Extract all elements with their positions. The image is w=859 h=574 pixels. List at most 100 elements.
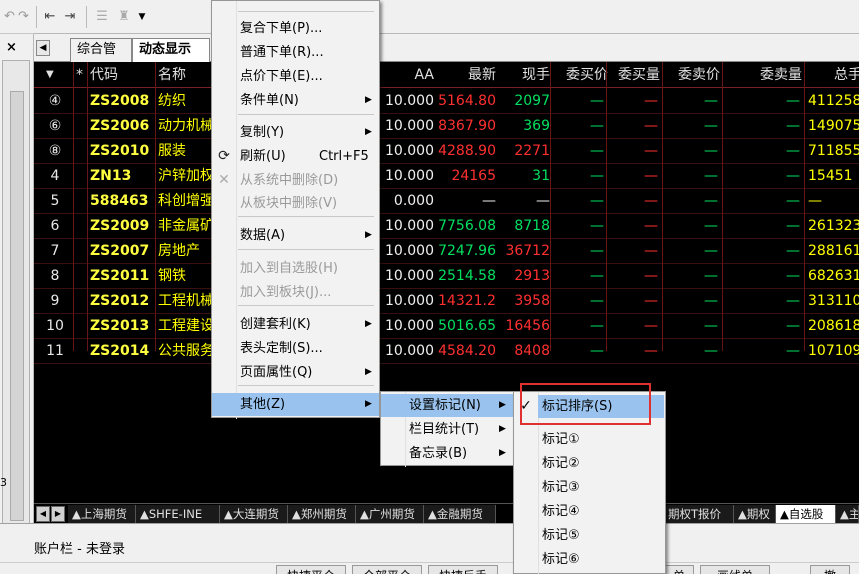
stamp-icon[interactable]: ♜ [114,8,134,26]
row-index: 11 [46,343,64,359]
table-row[interactable]: 9ZS2012工程机械10.00014321.203958————313110 [34,289,859,314]
table-row[interactable]: 10 ZS2013 工程建设 10.000 5016.65 16456— — — —208618… [34,314,859,339]
tab-general[interactable]: 综合管理 [70,38,132,79]
submenu-arrow-icon: ▶ [365,127,372,137]
submenu-arrow-icon: ▶ [365,230,372,240]
row-aa: 10.000 [385,318,434,334]
header-name[interactable]: 名称 [158,62,218,88]
create-arbitrage-item[interactable]: 创建套利(K) ▶ [212,313,379,336]
header-aa[interactable]: AA [380,62,434,88]
delete-from-system-item[interactable]: 从系统中删除(D) ✕ [212,169,379,192]
row-total-volume: 711855 [808,143,859,159]
column-divider [662,62,663,351]
sort-dropdown-icon[interactable]: ▼ [46,62,62,88]
submenu-arrow-icon: ▶ [499,400,506,410]
header-bid-qty[interactable]: 委买量 [608,62,660,88]
mark-5-item[interactable]: 标记⑤ [514,524,665,547]
click-price-order-item[interactable]: 点价下单(E)... [212,65,379,88]
forward-icon[interactable]: ↷ [18,9,29,24]
menu-item-label: 点价下单(E)... [240,69,323,84]
row-last-price: 5016.65 [438,318,496,334]
market-tab-option-t[interactable]: 期权T报价 [664,505,734,523]
delete-from-block-item[interactable]: 从板块中删除(V) [212,192,379,215]
other-item[interactable]: 其他(Z) ▶ [212,393,379,416]
header-volume[interactable]: 现手 [500,62,550,88]
header-code[interactable]: 代码 [90,62,150,88]
mark-3-item[interactable]: 标记③ [514,476,665,499]
row-code: ZS2007 [90,243,150,259]
row-ask-qty: — [786,218,800,234]
cancel-order-button[interactable]: 撤 [810,565,850,574]
market-tab-gfex[interactable]: ▲广州期货 [356,505,424,523]
close-all-button[interactable]: 全部平仓 [352,565,422,574]
copy-item[interactable]: 复制(Y) ▶ [212,121,379,144]
row-last-price: 14321.20 [438,293,496,309]
mark-4-item[interactable]: 标记④ [514,500,665,523]
customize-header-item[interactable]: 表头定制(S)... [212,337,379,360]
market-tab-shfe[interactable]: ▲上海期货 [68,505,136,523]
page-properties-item[interactable]: 页面属性(Q) ▶ [212,361,379,384]
mark-2-item[interactable]: 标记② [514,452,665,475]
mark-1-item[interactable]: 标记① [514,428,665,451]
market-tab-next-button[interactable]: ▶ [51,506,65,522]
header-bid-price[interactable]: 委买价 [554,62,608,88]
tab-dynamic-board[interactable]: 动态显示牌 [132,38,210,79]
row-total-volume: 313110 [808,293,859,309]
row-last-price: 8367.90 [438,118,496,134]
conditional-order-item[interactable]: 条件单(N) ▶ [212,89,379,112]
table-row[interactable]: 11ZS2014公共服务10.0004584.208408————1071099 [34,339,859,364]
column-divider [155,62,156,351]
table-row[interactable]: 8 ZS2011 钢铁 10.000 2514.58 2913— — — —682631 [34,264,859,289]
other-submenu: 设置标记(N) ▶ 栏目统计(T) ▶ 备忘录(B) ▶ [380,391,514,467]
close-icon[interactable]: × [6,40,17,55]
table-row[interactable]: 6 ZS2009 非金属矿 10.000 7756.08 8718— — — —261323 [34,214,859,239]
menu-separator [238,385,374,386]
refresh-item[interactable]: 刷新(U) Ctrl+F5 ⟳ [212,145,379,168]
left-scrollbar[interactable] [10,91,24,521]
add-to-block-item[interactable]: 加入到板块(J)... [212,281,379,304]
market-tab-main[interactable]: ▲主 [836,505,859,523]
tab-scroll-left-button[interactable]: ◀ [36,40,50,56]
row-volume: 16456 [505,318,550,334]
chevron-down-icon[interactable]: ▼ [132,8,152,26]
add-to-watchlist-item[interactable]: 加入到自选股(H) [212,257,379,280]
market-tab-options[interactable]: ▲期权 [734,505,776,523]
compound-order-item[interactable]: 复合下单(P)... [212,17,379,40]
header-total[interactable]: 总手 [834,62,859,88]
quick-close-button[interactable]: 快捷平仓 [276,565,346,574]
market-tab-dce[interactable]: ▲大连期货 [220,505,288,523]
table-row[interactable]: 4 ZN13 沪锌加权 10.000 24165 31— — — —15451 [34,164,859,189]
data-item[interactable]: 数据(A) ▶ [212,224,379,247]
table-row[interactable]: ④ ZS2008 纺织 10.000 5164.80 2097— — — —411258 [34,89,859,114]
market-tab-cffex[interactable]: ▲金融期货 [424,505,496,523]
normal-order-item[interactable]: 普通下单(R)... [212,41,379,64]
back-icon[interactable]: ↶ [4,9,15,24]
row-index: ④ [48,93,62,109]
market-tab-prev-button[interactable]: ◀ [36,506,50,522]
indent-right-icon[interactable]: ⇥ [60,8,80,26]
submenu-arrow-icon: ▶ [365,399,372,409]
memo-item[interactable]: 备忘录(B) ▶ [381,442,513,465]
header-ask-qty[interactable]: 委卖量 [724,62,802,88]
line-order-button[interactable]: 画线单 [700,565,770,574]
header-last[interactable]: 最新 [438,62,496,88]
column-stats-item[interactable]: 栏目统计(T) ▶ [381,418,513,441]
row-last-price: 24165 [451,168,496,184]
table-row[interactable]: ⑥ ZS2006 动力机械 10.000 8367.90 369— — — —149075 [34,114,859,139]
table-row[interactable]: 5 588463 科创增强 0.000— — — — — — — [34,189,859,214]
table-row[interactable]: ⑧ ZS2010 服装 10.000 4288.90 2271— — — —711855 [34,139,859,164]
order-button[interactable]: 单 [664,565,694,574]
row-aa: 10.000 [385,218,434,234]
row-bid-price: — [590,343,604,359]
header-ask-price[interactable]: 委卖价 [664,62,720,88]
indent-left-icon[interactable]: ⇤ [40,8,60,26]
quick-reverse-button[interactable]: 快捷反手 [428,565,498,574]
market-tab-shfe-ine[interactable]: ▲SHFE-INE [136,505,220,523]
row-total-volume: 15451 [808,168,853,184]
table-row[interactable]: 7ZS2007房地产10.0007247.9636712————2881618 [34,239,859,264]
set-mark-item[interactable]: 设置标记(N) ▶ [381,394,513,417]
mark-6-item[interactable]: 标记⑥ [514,548,665,571]
market-tab-watchlist[interactable]: ▲自选股 [776,505,836,523]
market-tab-czce[interactable]: ▲郑州期货 [288,505,356,523]
list-icon[interactable]: ☰ [92,8,112,26]
